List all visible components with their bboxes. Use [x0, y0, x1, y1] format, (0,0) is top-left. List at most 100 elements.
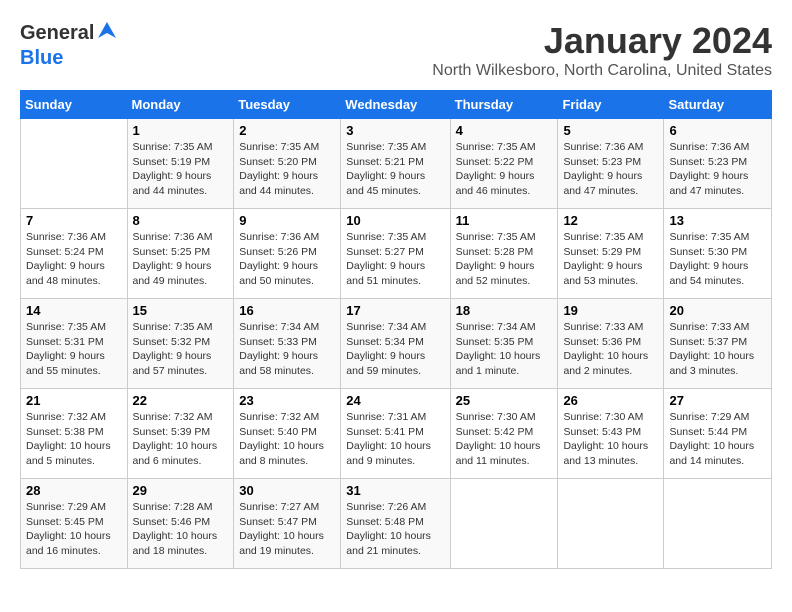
calendar-cell: 11 Sunrise: 7:35 AMSunset: 5:28 PMDayligh…: [450, 209, 558, 299]
calendar-cell: [664, 479, 772, 569]
day-number: 10: [346, 213, 444, 228]
day-number: 25: [456, 393, 553, 408]
logo: General Blue: [20, 20, 118, 70]
day-number: 4: [456, 123, 553, 138]
day-number: 14: [26, 303, 122, 318]
calendar-cell: 21 Sunrise: 7:32 AMSunset: 5:38 PMDayligh…: [21, 389, 128, 479]
calendar-cell: 30 Sunrise: 7:27 AMSunset: 5:47 PMDayligh…: [234, 479, 341, 569]
day-header-sunday: Sunday: [21, 91, 128, 119]
calendar-cell: 6 Sunrise: 7:36 AMSunset: 5:23 PMDaylight…: [664, 119, 772, 209]
day-number: 11: [456, 213, 553, 228]
day-header-friday: Friday: [558, 91, 664, 119]
day-number: 31: [346, 483, 444, 498]
day-header-wednesday: Wednesday: [341, 91, 450, 119]
calendar-cell: 28 Sunrise: 7:29 AMSunset: 5:45 PMDayligh…: [21, 479, 128, 569]
calendar-cell: 16 Sunrise: 7:34 AMSunset: 5:33 PMDayligh…: [234, 299, 341, 389]
page-header: General Blue January 2024 North Wilkesbo…: [20, 20, 772, 80]
day-header-monday: Monday: [127, 91, 234, 119]
day-info: Sunrise: 7:36 AMSunset: 5:25 PMDaylight:…: [133, 230, 229, 289]
day-info: Sunrise: 7:36 AMSunset: 5:23 PMDaylight:…: [563, 140, 658, 199]
calendar-cell: 2Sunrise: 7:35 AMSunset: 5:20 PMDaylight…: [234, 119, 341, 209]
calendar-cell: 12Sunrise: 7:35 AMSunset: 5:29 PMDayligh…: [558, 209, 664, 299]
day-info: Sunrise: 7:36 AMSunset: 5:23 PMDaylight:…: [669, 140, 766, 199]
logo-general: General: [20, 22, 94, 45]
calendar-cell: 3 Sunrise: 7:35 AMSunset: 5:21 PMDaylight…: [341, 119, 450, 209]
day-info: Sunrise: 7:29 AMSunset: 5:45 PMDaylight:…: [26, 500, 122, 559]
logo-bird-icon: [96, 20, 118, 47]
calendar-body: 1Sunrise: 7:35 AMSunset: 5:19 PMDaylight…: [21, 119, 772, 569]
calendar-cell: 4 Sunrise: 7:35 AMSunset: 5:22 PMDaylight…: [450, 119, 558, 209]
day-info: Sunrise: 7:36 AMSunset: 5:26 PMDaylight:…: [239, 230, 335, 289]
calendar-cell: 25 Sunrise: 7:30 AMSunset: 5:42 PMDayligh…: [450, 389, 558, 479]
day-info: Sunrise: 7:31 AMSunset: 5:41 PMDaylight:…: [346, 410, 444, 469]
calendar-cell: 26Sunrise: 7:30 AMSunset: 5:43 PMDayligh…: [558, 389, 664, 479]
day-number: 17: [346, 303, 444, 318]
title-section: January 2024 North Wilkesboro, North Car…: [432, 20, 772, 80]
day-info: Sunrise: 7:35 AMSunset: 5:20 PMDaylight:…: [239, 140, 335, 199]
day-number: 8: [133, 213, 229, 228]
day-info: Sunrise: 7:26 AMSunset: 5:48 PMDaylight:…: [346, 500, 444, 559]
calendar-cell: 18Sunrise: 7:34 AMSunset: 5:35 PMDayligh…: [450, 299, 558, 389]
day-info: Sunrise: 7:30 AMSunset: 5:42 PMDaylight:…: [456, 410, 553, 469]
day-info: Sunrise: 7:32 AMSunset: 5:40 PMDaylight:…: [239, 410, 335, 469]
day-number: 18: [456, 303, 553, 318]
day-info: Sunrise: 7:27 AMSunset: 5:47 PMDaylight:…: [239, 500, 335, 559]
calendar-cell: 20 Sunrise: 7:33 AMSunset: 5:37 PMDayligh…: [664, 299, 772, 389]
calendar-cell: 13 Sunrise: 7:35 AMSunset: 5:30 PMDayligh…: [664, 209, 772, 299]
day-info: Sunrise: 7:35 AMSunset: 5:22 PMDaylight:…: [456, 140, 553, 199]
day-number: 21: [26, 393, 122, 408]
day-number: 30: [239, 483, 335, 498]
day-number: 24: [346, 393, 444, 408]
day-number: 3: [346, 123, 444, 138]
day-number: 9: [239, 213, 335, 228]
logo-blue: Blue: [20, 47, 63, 69]
day-info: Sunrise: 7:35 AMSunset: 5:32 PMDaylight:…: [133, 320, 229, 379]
calendar-cell: [21, 119, 128, 209]
week-row-1: 1Sunrise: 7:35 AMSunset: 5:19 PMDaylight…: [21, 119, 772, 209]
calendar-cell: 8 Sunrise: 7:36 AMSunset: 5:25 PMDaylight…: [127, 209, 234, 299]
week-row-5: 28 Sunrise: 7:29 AMSunset: 5:45 PMDayligh…: [21, 479, 772, 569]
day-info: Sunrise: 7:35 AMSunset: 5:31 PMDaylight:…: [26, 320, 122, 379]
calendar-cell: 31 Sunrise: 7:26 AMSunset: 5:48 PMDayligh…: [341, 479, 450, 569]
calendar-cell: 27Sunrise: 7:29 AMSunset: 5:44 PMDayligh…: [664, 389, 772, 479]
day-number: 16: [239, 303, 335, 318]
calendar-cell: 29Sunrise: 7:28 AMSunset: 5:46 PMDayligh…: [127, 479, 234, 569]
week-row-4: 21 Sunrise: 7:32 AMSunset: 5:38 PMDayligh…: [21, 389, 772, 479]
day-info: Sunrise: 7:30 AMSunset: 5:43 PMDaylight:…: [563, 410, 658, 469]
day-info: Sunrise: 7:35 AMSunset: 5:28 PMDaylight:…: [456, 230, 553, 289]
day-number: 6: [669, 123, 766, 138]
calendar-cell: [450, 479, 558, 569]
day-info: Sunrise: 7:35 AMSunset: 5:30 PMDaylight:…: [669, 230, 766, 289]
calendar-header-row: SundayMondayTuesdayWednesdayThursdayFrid…: [21, 91, 772, 119]
day-header-thursday: Thursday: [450, 91, 558, 119]
day-number: 19: [563, 303, 658, 318]
calendar-cell: 10Sunrise: 7:35 AMSunset: 5:27 PMDayligh…: [341, 209, 450, 299]
day-info: Sunrise: 7:34 AMSunset: 5:34 PMDaylight:…: [346, 320, 444, 379]
calendar-cell: 17 Sunrise: 7:34 AMSunset: 5:34 PMDayligh…: [341, 299, 450, 389]
day-info: Sunrise: 7:33 AMSunset: 5:37 PMDaylight:…: [669, 320, 766, 379]
day-number: 28: [26, 483, 122, 498]
day-number: 22: [133, 393, 229, 408]
calendar-cell: 9 Sunrise: 7:36 AMSunset: 5:26 PMDaylight…: [234, 209, 341, 299]
day-info: Sunrise: 7:32 AMSunset: 5:38 PMDaylight:…: [26, 410, 122, 469]
calendar-title: January 2024: [432, 20, 772, 62]
calendar-cell: [558, 479, 664, 569]
day-info: Sunrise: 7:35 AMSunset: 5:21 PMDaylight:…: [346, 140, 444, 199]
week-row-3: 14 Sunrise: 7:35 AMSunset: 5:31 PMDayligh…: [21, 299, 772, 389]
calendar-cell: 19 Sunrise: 7:33 AMSunset: 5:36 PMDayligh…: [558, 299, 664, 389]
day-number: 15: [133, 303, 229, 318]
calendar-cell: 22Sunrise: 7:32 AMSunset: 5:39 PMDayligh…: [127, 389, 234, 479]
calendar-subtitle: North Wilkesboro, North Carolina, United…: [432, 62, 772, 80]
day-number: 20: [669, 303, 766, 318]
day-number: 13: [669, 213, 766, 228]
day-info: Sunrise: 7:34 AMSunset: 5:33 PMDaylight:…: [239, 320, 335, 379]
day-number: 5: [563, 123, 658, 138]
day-header-saturday: Saturday: [664, 91, 772, 119]
calendar-cell: 7Sunrise: 7:36 AMSunset: 5:24 PMDaylight…: [21, 209, 128, 299]
day-header-tuesday: Tuesday: [234, 91, 341, 119]
day-info: Sunrise: 7:33 AMSunset: 5:36 PMDaylight:…: [563, 320, 658, 379]
calendar-cell: 23Sunrise: 7:32 AMSunset: 5:40 PMDayligh…: [234, 389, 341, 479]
day-info: Sunrise: 7:35 AMSunset: 5:19 PMDaylight:…: [133, 140, 229, 199]
day-info: Sunrise: 7:28 AMSunset: 5:46 PMDaylight:…: [133, 500, 229, 559]
day-number: 27: [669, 393, 766, 408]
